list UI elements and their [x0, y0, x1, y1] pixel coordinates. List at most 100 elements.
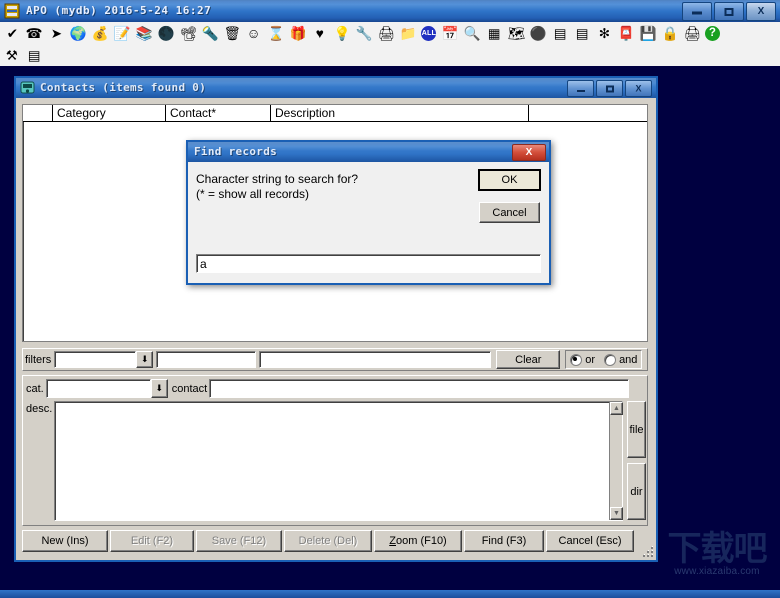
desc-textarea[interactable]: ▲ ▼ — [54, 401, 623, 521]
filter-dropdown-button[interactable]: ⬇ — [136, 351, 154, 368]
asterisk-icon[interactable]: ✻ — [594, 23, 614, 43]
grid-col-filler — [529, 105, 647, 122]
scroll-up-icon[interactable]: ▲ — [610, 402, 623, 415]
grid-col-rownum[interactable] — [23, 105, 53, 122]
telephone-icon[interactable]: ☎ — [24, 23, 44, 43]
dialog-cancel-label: Cancel — [492, 206, 527, 219]
printer-icon[interactable]: 🖨 — [376, 23, 396, 43]
terminal-blue-icon-glyph: ▤ — [553, 25, 567, 41]
grid-col-category[interactable]: Category — [53, 105, 166, 122]
smiley-icon[interactable]: ☺ — [244, 23, 264, 43]
file-button[interactable]: file — [627, 401, 646, 458]
scanner-icon[interactable]: 🖨 — [682, 23, 702, 43]
filters-label: filters — [25, 353, 52, 366]
table-grid-icon-glyph: ▦ — [487, 25, 501, 41]
telephone-icon — [20, 80, 35, 95]
edit-button: Edit (F2) — [110, 530, 194, 552]
contacts-window-controls: X — [567, 80, 652, 97]
pie-chart-icon[interactable]: 🌑 — [156, 23, 176, 43]
filters-clear-button[interactable]: Clear — [496, 350, 561, 369]
lock-bag-icon[interactable]: 🔒 — [660, 23, 680, 43]
folder-icon[interactable]: 📁 — [398, 23, 418, 43]
binoculars-icon[interactable]: 🔍 — [462, 23, 482, 43]
heart-icon[interactable]: ♥ — [310, 23, 330, 43]
cancel-button[interactable]: Cancel (Esc) — [546, 530, 634, 552]
contacts-maximize-button[interactable] — [596, 80, 623, 97]
zoom-button[interactable]: Zoom (F10) — [374, 530, 462, 552]
notepad-pen-icon[interactable]: 📝 — [112, 23, 132, 43]
console-window-icon[interactable]: ▤ — [24, 45, 44, 65]
grid-col-contact[interactable]: Contact* — [166, 105, 271, 122]
application-root: APO (mydb) 2016-5-24 16:27 X ✔ ☎ ➤ 🌍 💰 📝 📚 🌑 📽 🔦 🗑… — [0, 0, 780, 598]
all-badge-icon[interactable]: ALL — [421, 25, 436, 41]
record-detail-panel: cat. ⬇ contact desc. ▲ ▼ file dir — [22, 375, 648, 526]
floppy-icon[interactable]: 💾 — [638, 23, 658, 43]
main-title-bar[interactable]: APO (mydb) 2016-5-24 16:27 X — [0, 0, 780, 22]
filter-mode-and-radio[interactable] — [604, 353, 617, 366]
close-button[interactable]: X — [746, 2, 776, 21]
pie-chart-icon-glyph: 🌑 — [157, 25, 175, 41]
dialog-body: Character string to search for? (* = sho… — [188, 162, 549, 283]
scroll-down-icon[interactable]: ▼ — [610, 507, 623, 520]
cat-input[interactable] — [45, 379, 151, 398]
save-button-label: Save (F12) — [211, 535, 267, 547]
terminal-blue-icon[interactable]: ▤ — [550, 23, 570, 43]
contacts-title-bar[interactable]: Contacts (items found 0) X — [16, 78, 656, 98]
contacts-minimize-button[interactable] — [567, 80, 594, 97]
find-button[interactable]: Find (F3) — [464, 530, 544, 552]
toolbar-row-1: ✔ ☎ ➤ 🌍 💰 📝 📚 🌑 📽 🔦 🗑 ☺ ⌛ 🎁 ♥ 💡 🔧 🖨 📁 ALL 📅 🔍 ▦ 🗺 ⚫ ▤ ▤ ✻ 📮 💾 🔒 🖨? — [2, 22, 724, 44]
treasure-map-icon[interactable]: 🗺 — [506, 23, 526, 43]
desk-lamp-icon-glyph: 🔦 — [201, 25, 219, 41]
heart-icon-glyph: ♥ — [315, 25, 325, 41]
dir-button[interactable]: dir — [627, 463, 646, 520]
check-icon[interactable]: ✔ — [2, 23, 22, 43]
wrench-icon[interactable]: 🔧 — [354, 23, 374, 43]
filter-field-2[interactable] — [156, 351, 257, 368]
mailbox-icon[interactable]: 📮 — [616, 23, 636, 43]
contacts-close-button[interactable]: X — [625, 80, 652, 97]
grid-col-description[interactable]: Description — [271, 105, 529, 122]
help-icon-glyph: ? — [708, 26, 717, 39]
desc-scrollbar[interactable]: ▲ ▼ — [609, 402, 623, 520]
contact-input[interactable] — [209, 379, 630, 398]
lightbulb-icon-glyph: 💡 — [333, 25, 351, 41]
tools-icon[interactable]: ⚒ — [2, 45, 22, 65]
lightbulb-icon[interactable]: 💡 — [332, 23, 352, 43]
money-bag-icon[interactable]: 💰 — [90, 23, 110, 43]
filter-mode-or-radio[interactable] — [570, 353, 583, 366]
desk-lamp-icon[interactable]: 🔦 — [200, 23, 220, 43]
trash-bin-icon[interactable]: 🗑 — [222, 23, 242, 43]
cat-dropdown-button[interactable]: ⬇ — [150, 379, 168, 398]
dialog-close-button[interactable]: X — [512, 144, 546, 161]
gift-icon[interactable]: 🎁 — [288, 23, 308, 43]
calendar-icon[interactable]: 📅 — [440, 23, 460, 43]
filter-mode-group: or and — [565, 350, 643, 369]
dialog-cancel-button[interactable]: Cancel — [479, 202, 540, 223]
terminal-green-icon[interactable]: ▤ — [572, 23, 592, 43]
desc-label: desc. — [26, 403, 53, 415]
hourglass-icon[interactable]: ⌛ — [266, 23, 286, 43]
treasure-map-icon-glyph: 🗺 — [507, 25, 525, 41]
binoculars-icon-glyph: 🔍 — [463, 25, 481, 41]
find-button-label: Find (F3) — [481, 535, 527, 547]
mailbox-icon-glyph: 📮 — [617, 25, 635, 41]
arrow-right-icon[interactable]: ➤ — [46, 23, 66, 43]
help-icon[interactable]: ? — [705, 25, 720, 41]
network-icon[interactable]: ⚫ — [528, 23, 548, 43]
globe-icon[interactable]: 🌍 — [68, 23, 88, 43]
books-icon[interactable]: 📚 — [134, 23, 154, 43]
minimize-button[interactable] — [682, 2, 712, 21]
taskbar-strip — [0, 590, 780, 598]
filter-combo-input[interactable] — [54, 351, 137, 368]
dialog-search-input[interactable] — [196, 254, 541, 273]
filter-field-3[interactable] — [259, 351, 492, 368]
maximize-button[interactable] — [714, 2, 744, 21]
zoom-button-label: Zoom (F10) — [389, 535, 447, 547]
notepad-pen-icon-glyph: 📝 — [113, 25, 131, 41]
resize-grip[interactable] — [641, 545, 655, 559]
projector-icon[interactable]: 📽 — [178, 23, 198, 43]
dialog-title-bar[interactable]: Find records X — [188, 142, 549, 162]
dialog-ok-button[interactable]: OK — [478, 169, 541, 191]
new-button[interactable]: New (Ins) — [22, 530, 108, 552]
table-grid-icon[interactable]: ▦ — [484, 23, 504, 43]
